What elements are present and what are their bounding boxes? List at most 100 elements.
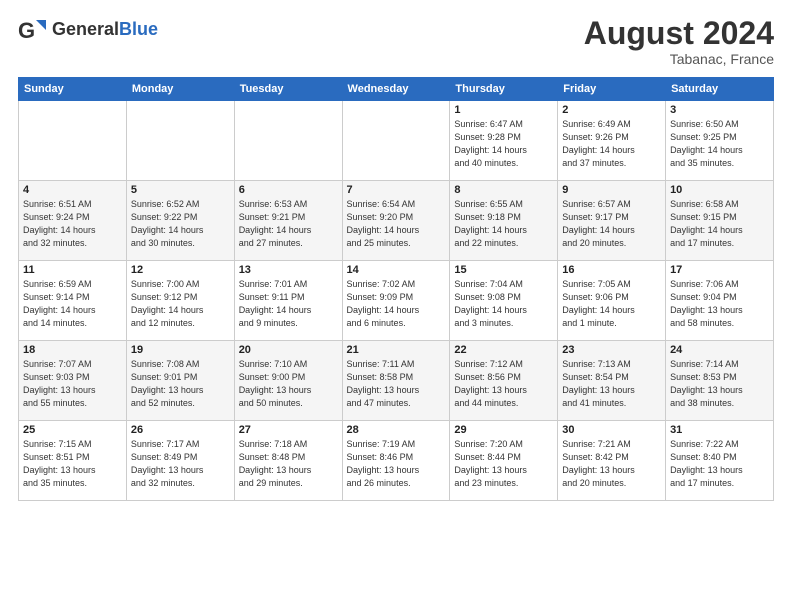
cell-day-number: 13: [239, 264, 338, 276]
calendar-header-row: SundayMondayTuesdayWednesdayThursdayFrid…: [19, 78, 774, 101]
calendar-cell: 2Sunrise: 6:49 AM Sunset: 9:26 PM Daylig…: [558, 101, 666, 181]
calendar-cell: [342, 101, 450, 181]
calendar-cell: 29 Sunrise: 7:20 AM Sunset: 8:44 PM Dayli…: [450, 421, 558, 501]
cell-info: Sunrise: 6:57 AM Sunset: 9:17 PM Dayligh…: [562, 198, 661, 250]
cell-info: Sunrise: 7:20 AM Sunset: 8:44 PM Dayligh…: [454, 438, 553, 490]
cell-info: Sunrise: 7:19 AM Sunset: 8:46 PM Dayligh…: [347, 438, 446, 490]
cell-day-number: 21: [347, 344, 446, 356]
calendar-cell: 23 Sunrise: 7:13 AM Sunset: 8:54 PM Dayli…: [558, 341, 666, 421]
calendar-cell: 10Sunrise: 6:58 AM Sunset: 9:15 PM Dayli…: [666, 181, 774, 261]
calendar-cell: 31Sunrise: 7:22 AM Sunset: 8:40 PM Dayli…: [666, 421, 774, 501]
calendar-cell: 26Sunrise: 7:17 AM Sunset: 8:49 PM Dayli…: [126, 421, 234, 501]
cell-day-number: 16: [562, 264, 661, 276]
calendar-week-row: 18Sunrise: 7:07 AM Sunset: 9:03 PM Dayli…: [19, 341, 774, 421]
logo: G GeneralBlue: [18, 16, 158, 44]
cell-info: Sunrise: 7:02 AM Sunset: 9:09 PM Dayligh…: [347, 278, 446, 330]
cell-info: Sunrise: 7:04 AM Sunset: 9:08 PM Dayligh…: [454, 278, 553, 330]
calendar-cell: 28 Sunrise: 7:19 AM Sunset: 8:46 PM Dayli…: [342, 421, 450, 501]
cell-info: Sunrise: 7:06 AM Sunset: 9:04 PM Dayligh…: [670, 278, 769, 330]
calendar-cell: 1 Sunrise: 6:47 AM Sunset: 9:28 PM Daylig…: [450, 101, 558, 181]
cell-day-number: 9: [562, 184, 661, 196]
calendar-header-sunday: Sunday: [19, 78, 127, 101]
cell-info: Sunrise: 7:13 AM Sunset: 8:54 PM Dayligh…: [562, 358, 661, 410]
calendar-cell: 24 Sunrise: 7:14 AM Sunset: 8:53 PM Dayli…: [666, 341, 774, 421]
cell-day-number: 17: [670, 264, 769, 276]
cell-info: Sunrise: 7:14 AM Sunset: 8:53 PM Dayligh…: [670, 358, 769, 410]
cell-day-number: 23: [562, 344, 661, 356]
cell-info: Sunrise: 7:21 AM Sunset: 8:42 PM Dayligh…: [562, 438, 661, 490]
calendar-header-wednesday: Wednesday: [342, 78, 450, 101]
cell-info: Sunrise: 6:54 AM Sunset: 9:20 PM Dayligh…: [347, 198, 446, 250]
title-block: August 2024 Tabanac, France: [584, 16, 774, 67]
calendar-cell: 15Sunrise: 7:04 AM Sunset: 9:08 PM Dayli…: [450, 261, 558, 341]
cell-info: Sunrise: 7:08 AM Sunset: 9:01 PM Dayligh…: [131, 358, 230, 410]
cell-day-number: 7: [347, 184, 446, 196]
cell-day-number: 20: [239, 344, 338, 356]
calendar-cell: 30 Sunrise: 7:21 AM Sunset: 8:42 PM Dayli…: [558, 421, 666, 501]
calendar-week-row: 4 Sunrise: 6:51 AM Sunset: 9:24 PM Daylig…: [19, 181, 774, 261]
page: G GeneralBlue August 2024 Tabanac, Franc…: [0, 0, 792, 612]
logo-icon: G: [18, 16, 46, 44]
calendar-cell: 3 Sunrise: 6:50 AM Sunset: 9:25 PM Daylig…: [666, 101, 774, 181]
cell-day-number: 29: [454, 424, 553, 436]
calendar-cell: 11 Sunrise: 6:59 AM Sunset: 9:14 PM Dayli…: [19, 261, 127, 341]
cell-info: Sunrise: 6:51 AM Sunset: 9:24 PM Dayligh…: [23, 198, 122, 250]
calendar-cell: 22 Sunrise: 7:12 AM Sunset: 8:56 PM Dayli…: [450, 341, 558, 421]
cell-info: Sunrise: 6:59 AM Sunset: 9:14 PM Dayligh…: [23, 278, 122, 330]
cell-day-number: 3: [670, 104, 769, 116]
calendar-cell: 25 Sunrise: 7:15 AM Sunset: 8:51 PM Dayli…: [19, 421, 127, 501]
cell-info: Sunrise: 6:47 AM Sunset: 9:28 PM Dayligh…: [454, 118, 553, 170]
cell-info: Sunrise: 7:01 AM Sunset: 9:11 PM Dayligh…: [239, 278, 338, 330]
cell-day-number: 22: [454, 344, 553, 356]
cell-day-number: 4: [23, 184, 122, 196]
calendar-header-saturday: Saturday: [666, 78, 774, 101]
cell-day-number: 2: [562, 104, 661, 116]
calendar-cell: 20Sunrise: 7:10 AM Sunset: 9:00 PM Dayli…: [234, 341, 342, 421]
cell-info: Sunrise: 7:07 AM Sunset: 9:03 PM Dayligh…: [23, 358, 122, 410]
calendar-cell: 19 Sunrise: 7:08 AM Sunset: 9:01 PM Dayli…: [126, 341, 234, 421]
calendar-week-row: 25 Sunrise: 7:15 AM Sunset: 8:51 PM Dayli…: [19, 421, 774, 501]
calendar-cell: 7 Sunrise: 6:54 AM Sunset: 9:20 PM Daylig…: [342, 181, 450, 261]
cell-day-number: 12: [131, 264, 230, 276]
calendar-header-tuesday: Tuesday: [234, 78, 342, 101]
calendar-cell: 12Sunrise: 7:00 AM Sunset: 9:12 PM Dayli…: [126, 261, 234, 341]
cell-info: Sunrise: 7:17 AM Sunset: 8:49 PM Dayligh…: [131, 438, 230, 490]
cell-day-number: 30: [562, 424, 661, 436]
calendar-week-row: 1 Sunrise: 6:47 AM Sunset: 9:28 PM Daylig…: [19, 101, 774, 181]
cell-day-number: 11: [23, 264, 122, 276]
cell-info: Sunrise: 7:22 AM Sunset: 8:40 PM Dayligh…: [670, 438, 769, 490]
cell-info: Sunrise: 7:12 AM Sunset: 8:56 PM Dayligh…: [454, 358, 553, 410]
cell-info: Sunrise: 7:11 AM Sunset: 8:58 PM Dayligh…: [347, 358, 446, 410]
header: G GeneralBlue August 2024 Tabanac, Franc…: [18, 16, 774, 67]
cell-info: Sunrise: 6:50 AM Sunset: 9:25 PM Dayligh…: [670, 118, 769, 170]
calendar-header-thursday: Thursday: [450, 78, 558, 101]
cell-info: Sunrise: 7:05 AM Sunset: 9:06 PM Dayligh…: [562, 278, 661, 330]
cell-day-number: 28: [347, 424, 446, 436]
calendar-cell: 9 Sunrise: 6:57 AM Sunset: 9:17 PM Daylig…: [558, 181, 666, 261]
calendar-cell: 8Sunrise: 6:55 AM Sunset: 9:18 PM Daylig…: [450, 181, 558, 261]
calendar-cell: 18Sunrise: 7:07 AM Sunset: 9:03 PM Dayli…: [19, 341, 127, 421]
cell-day-number: 8: [454, 184, 553, 196]
calendar-table: SundayMondayTuesdayWednesdayThursdayFrid…: [18, 77, 774, 501]
cell-day-number: 10: [670, 184, 769, 196]
cell-info: Sunrise: 7:18 AM Sunset: 8:48 PM Dayligh…: [239, 438, 338, 490]
calendar-cell: [19, 101, 127, 181]
calendar-cell: 17 Sunrise: 7:06 AM Sunset: 9:04 PM Dayli…: [666, 261, 774, 341]
cell-day-number: 1: [454, 104, 553, 116]
calendar-cell: 13 Sunrise: 7:01 AM Sunset: 9:11 PM Dayli…: [234, 261, 342, 341]
cell-day-number: 27: [239, 424, 338, 436]
calendar-header-monday: Monday: [126, 78, 234, 101]
cell-day-number: 19: [131, 344, 230, 356]
calendar-cell: [126, 101, 234, 181]
cell-day-number: 25: [23, 424, 122, 436]
calendar-cell: 27 Sunrise: 7:18 AM Sunset: 8:48 PM Dayli…: [234, 421, 342, 501]
calendar-header-friday: Friday: [558, 78, 666, 101]
cell-info: Sunrise: 6:52 AM Sunset: 9:22 PM Dayligh…: [131, 198, 230, 250]
cell-day-number: 14: [347, 264, 446, 276]
cell-day-number: 24: [670, 344, 769, 356]
cell-info: Sunrise: 6:53 AM Sunset: 9:21 PM Dayligh…: [239, 198, 338, 250]
calendar-week-row: 11 Sunrise: 6:59 AM Sunset: 9:14 PM Dayli…: [19, 261, 774, 341]
calendar-cell: 16 Sunrise: 7:05 AM Sunset: 9:06 PM Dayli…: [558, 261, 666, 341]
svg-text:G: G: [18, 18, 35, 43]
cell-info: Sunrise: 7:15 AM Sunset: 8:51 PM Dayligh…: [23, 438, 122, 490]
